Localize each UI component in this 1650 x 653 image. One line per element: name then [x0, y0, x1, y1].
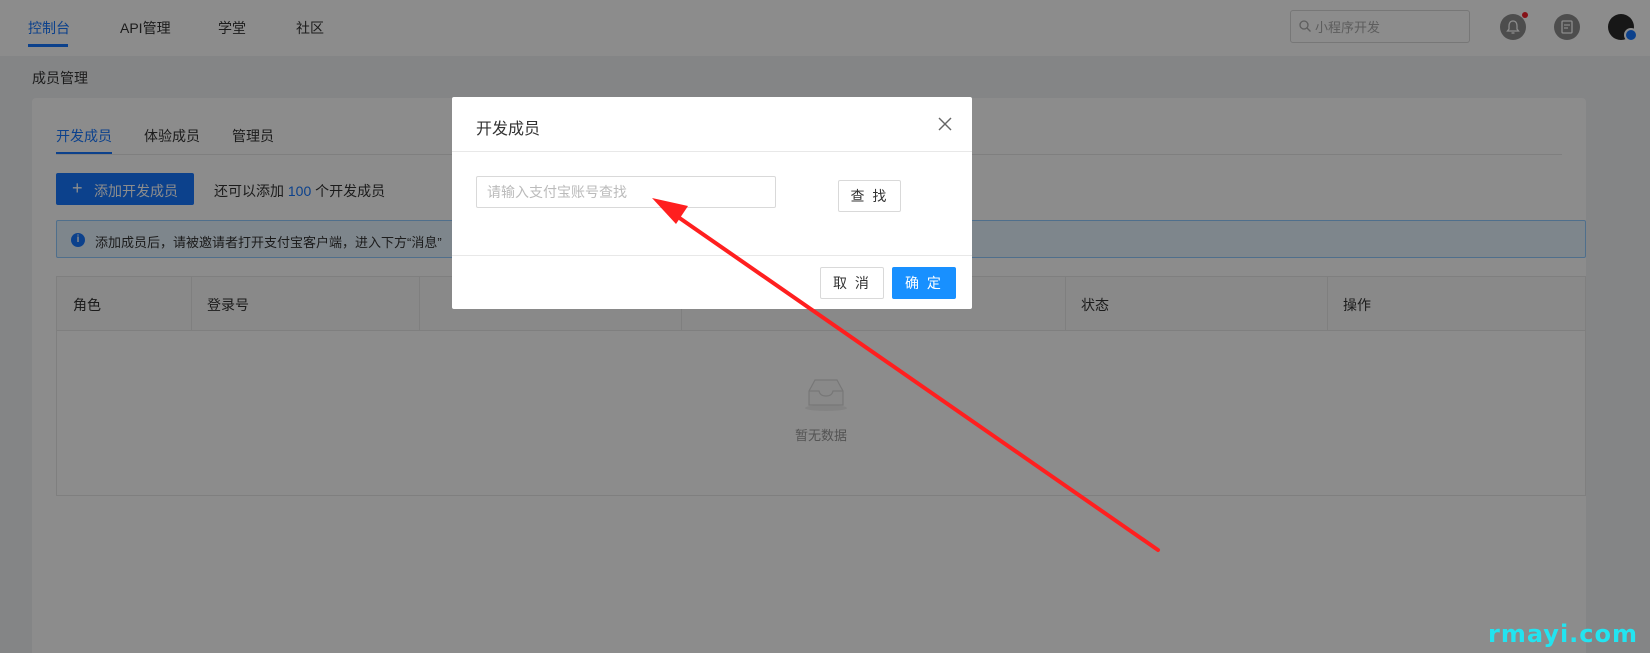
dialog-header-divider: [452, 151, 972, 152]
dialog-title: 开发成员: [476, 121, 541, 138]
dialog-footer-divider: [452, 255, 972, 256]
confirm-button[interactable]: 确 定: [892, 267, 956, 299]
find-button[interactable]: 查 找: [838, 180, 901, 212]
account-search-input[interactable]: [476, 176, 776, 208]
add-developer-dialog: 开发成员 查 找 取 消 确 定: [452, 97, 972, 309]
watermark: rmayi.com: [1488, 620, 1639, 648]
close-icon[interactable]: [936, 115, 954, 133]
cancel-button[interactable]: 取 消: [820, 267, 884, 299]
